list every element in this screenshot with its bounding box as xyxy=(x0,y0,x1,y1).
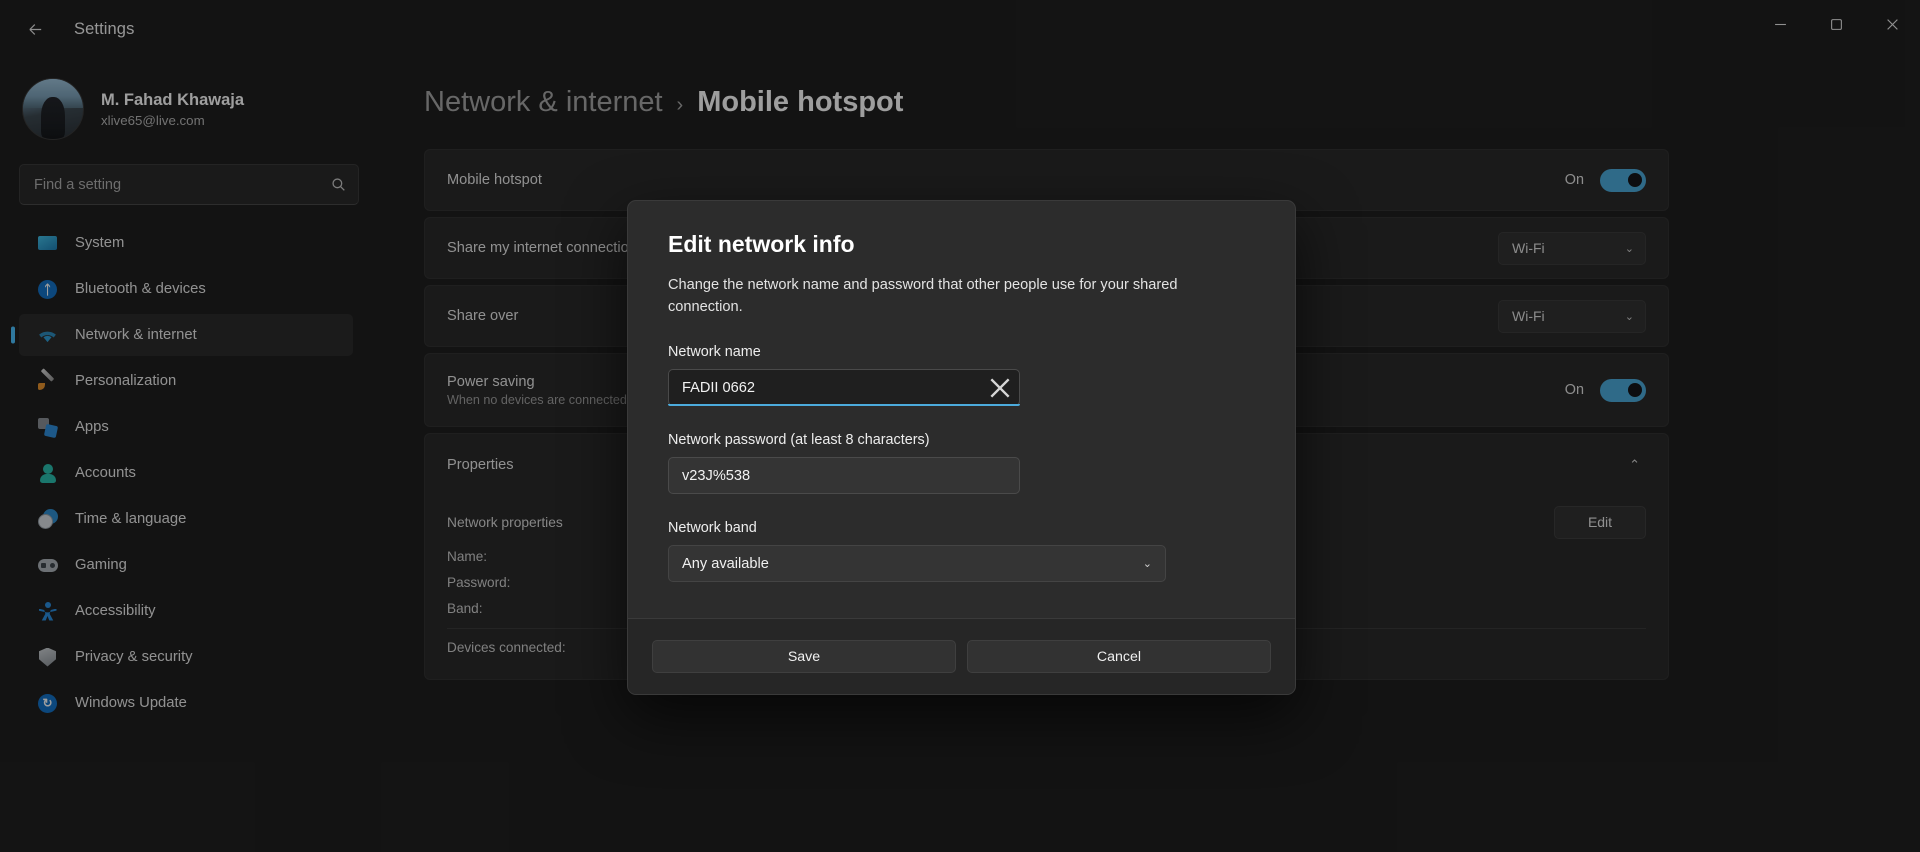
network-password-label: Network password (at least 8 characters) xyxy=(668,432,1255,448)
close-icon xyxy=(987,375,1013,401)
network-name-input[interactable] xyxy=(682,380,987,396)
network-name-label: Network name xyxy=(668,344,1255,360)
chevron-down-icon: ⌄ xyxy=(1143,557,1152,570)
settings-window: Settings M. Fahad Khawaja xlive65@live.c… xyxy=(0,0,1920,852)
network-name-textbox[interactable] xyxy=(668,369,1020,406)
dialog-footer: Save Cancel xyxy=(628,618,1295,694)
network-band-value: Any available xyxy=(682,556,769,572)
network-password-field: Network password (at least 8 characters) xyxy=(668,432,1255,494)
network-name-field: Network name xyxy=(668,344,1255,406)
cancel-button[interactable]: Cancel xyxy=(967,640,1271,673)
dialog-title: Edit network info xyxy=(668,231,1255,258)
save-button[interactable]: Save xyxy=(652,640,956,673)
clear-network-name-button[interactable] xyxy=(987,375,1013,401)
network-password-textbox[interactable] xyxy=(668,457,1020,494)
network-band-field: Network band Any available ⌄ xyxy=(668,520,1255,582)
network-password-input[interactable] xyxy=(682,468,1013,484)
dialog-description: Change the network name and password tha… xyxy=(668,274,1255,318)
network-band-label: Network band xyxy=(668,520,1255,536)
network-band-select[interactable]: Any available ⌄ xyxy=(668,545,1166,582)
edit-network-info-dialog: Edit network info Change the network nam… xyxy=(627,200,1296,695)
